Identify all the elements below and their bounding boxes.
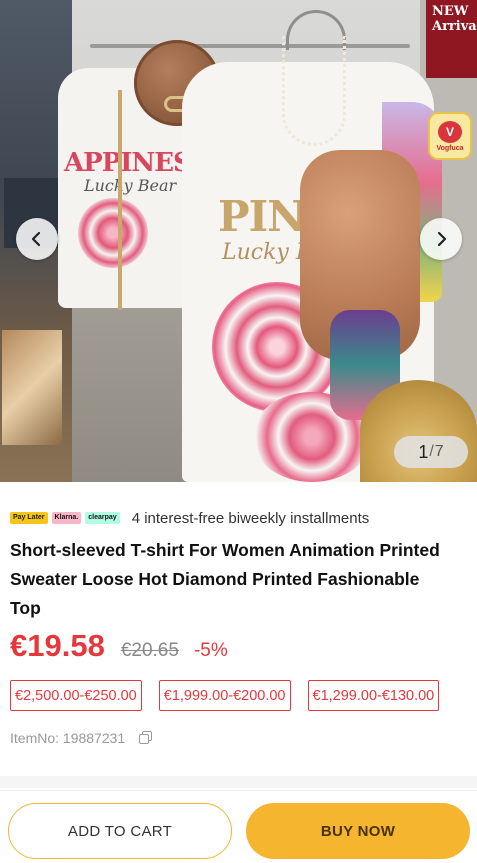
clothing-rail (90, 44, 410, 48)
coupon-list: €2,500.00-€250.00 €1,999.00-€200.00 €1,2… (10, 680, 456, 711)
original-price: €20.65 (120, 640, 179, 661)
brand-logo-icon: V (438, 120, 462, 143)
previous-image-button[interactable] (16, 218, 58, 260)
item-number-row: ItemNo: 19887231 (10, 730, 153, 746)
poster-line: Arrival (432, 19, 477, 34)
section-divider (0, 776, 477, 788)
item-number: ItemNo: 19887231 (10, 730, 126, 746)
current-price: €19.58 (10, 628, 105, 663)
poster-text: NEW Arrival (432, 4, 477, 34)
product-image-gallery[interactable]: NEW Arrival APPINESS Lucky Bear PINESS L… (0, 0, 477, 482)
buy-now-button[interactable]: BUY NOW (246, 803, 470, 859)
bottom-action-bar: ADD TO CART BUY NOW (0, 790, 477, 863)
chevron-right-icon (437, 231, 447, 247)
garment-print-text: Lucky Bear (84, 176, 177, 195)
clearpay-badge: clearpay (85, 512, 120, 524)
next-image-button[interactable] (420, 218, 462, 260)
installment-row[interactable]: Pay Later Klarna. clearpay 4 interest-fr… (10, 508, 369, 528)
pay-later-badge: Pay Later (10, 512, 48, 524)
image-counter-total: 7 (434, 443, 444, 460)
price-row: €19.58 €20.65 -5% (10, 628, 228, 664)
brand-logo-text: Vogfuca (436, 144, 464, 152)
discount-percent: -5% (193, 640, 228, 661)
copy-icon[interactable] (139, 731, 153, 745)
coupon-tag[interactable]: €2,500.00-€250.00 (10, 680, 142, 711)
klarna-badge: Klarna. (51, 512, 82, 524)
coupon-tag[interactable]: €1,299.00-€130.00 (307, 680, 440, 711)
add-to-cart-button[interactable]: ADD TO CART (8, 803, 232, 859)
image-counter-separator: / (429, 443, 434, 460)
image-counter: 1/7 (394, 436, 468, 468)
crochet-flower (78, 198, 148, 268)
installment-text: 4 interest-free biweekly installments (131, 509, 370, 527)
product-title: Short-sleeved T-shirt For Women Animatio… (10, 540, 440, 618)
coupon-tag[interactable]: €1,999.00-€200.00 (158, 680, 291, 711)
background-book (2, 330, 62, 445)
chevron-left-icon (31, 231, 41, 247)
bag-strap (118, 90, 122, 310)
pearl-necklace (282, 36, 346, 146)
brand-logo: V Vogfuca (428, 112, 472, 160)
poster-line: NEW (432, 4, 469, 19)
image-counter-current: 1 (418, 441, 429, 462)
